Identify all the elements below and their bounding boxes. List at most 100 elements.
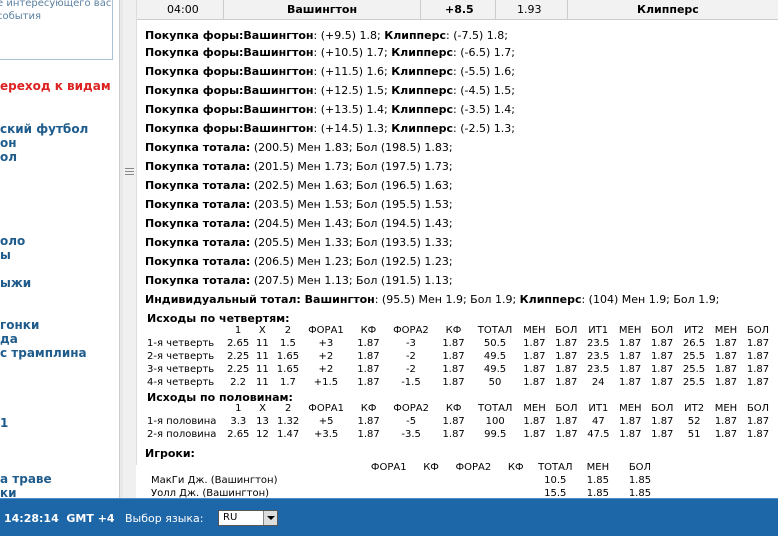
odds-cell[interactable]: -2 bbox=[387, 350, 436, 363]
bet-line[interactable]: Индивидуальный тотал: Вашингтон: (95.5) … bbox=[145, 293, 719, 306]
odds-cell[interactable]: 1.87 bbox=[519, 428, 551, 441]
odds-cell[interactable]: 1.65 bbox=[274, 350, 301, 363]
odds-cell[interactable]: 25.5 bbox=[678, 363, 710, 376]
odds-cell[interactable]: 10.5 bbox=[534, 474, 577, 487]
odds-cell[interactable]: 1.87 bbox=[519, 415, 551, 428]
odds-cell[interactable]: 25.5 bbox=[678, 350, 710, 363]
odds-cell[interactable]: 1.87 bbox=[710, 337, 742, 350]
odds-cell[interactable]: 1.87 bbox=[710, 376, 742, 389]
odds-cell[interactable]: 1.87 bbox=[435, 350, 471, 363]
scrollbar-grip-icon[interactable] bbox=[125, 168, 134, 176]
odds-cell[interactable]: -1.5 bbox=[387, 376, 436, 389]
odds-cell[interactable]: 1.85 bbox=[619, 474, 661, 487]
odds-cell[interactable]: 1.85 bbox=[577, 487, 619, 498]
odds-cell[interactable]: 1.87 bbox=[350, 363, 386, 376]
odds-cell[interactable]: 1.87 bbox=[646, 337, 678, 350]
odds-cell[interactable]: 50 bbox=[472, 376, 519, 389]
odds-cell[interactable]: 47.5 bbox=[582, 428, 614, 441]
odds-cell[interactable]: 1.87 bbox=[435, 415, 471, 428]
odds-cell[interactable]: 1.87 bbox=[646, 428, 678, 441]
odds-cell[interactable]: 1.87 bbox=[614, 337, 646, 350]
sidebar-link-sport[interactable]: он bbox=[0, 136, 17, 150]
odds-cell[interactable]: 51 bbox=[678, 428, 710, 441]
odds-cell[interactable]: 13 bbox=[251, 415, 275, 428]
bet-line[interactable]: Покупка тотала: (207.5) Мен 1.13; Бол (1… bbox=[145, 274, 453, 287]
odds-cell[interactable]: 1.87 bbox=[518, 350, 550, 363]
bet-line[interactable]: Покупка тотала: (204.5) Мен 1.43; Бол (1… bbox=[145, 217, 453, 230]
odds-cell[interactable]: 26.5 bbox=[678, 337, 710, 350]
odds-cell[interactable]: 1.87 bbox=[350, 350, 386, 363]
odds-cell[interactable]: 1.87 bbox=[435, 337, 471, 350]
sidebar-link-sport[interactable]: 1 bbox=[0, 416, 8, 430]
odds-cell[interactable]: 1.87 bbox=[550, 350, 582, 363]
sidebar-link-sport[interactable]: а траве bbox=[0, 472, 52, 486]
odds-cell[interactable]: 11 bbox=[250, 363, 274, 376]
odds-cell[interactable]: 1.87 bbox=[614, 428, 646, 441]
odds-cell[interactable]: 1.87 bbox=[710, 363, 742, 376]
sidebar-link-goto-sports[interactable]: ереход к видам bbox=[0, 79, 111, 93]
odds-cell[interactable]: 11 bbox=[250, 337, 274, 350]
odds-cell[interactable]: 1.87 bbox=[614, 363, 646, 376]
odds-cell[interactable]: 1.87 bbox=[742, 428, 774, 441]
odds-cell[interactable]: 1.87 bbox=[614, 415, 646, 428]
odds-cell[interactable]: 1.87 bbox=[614, 376, 646, 389]
sidebar-link-sport[interactable]: оло bbox=[0, 234, 25, 248]
odds-cell[interactable]: 2.65 bbox=[226, 428, 251, 441]
odds-cell[interactable]: 99.5 bbox=[472, 428, 519, 441]
odds-cell[interactable]: 1.87 bbox=[350, 376, 386, 389]
bet-line[interactable]: Покупка форы:Вашингтон: (+9.5) 1.8; Клип… bbox=[145, 29, 508, 42]
odds-cell[interactable]: 1.87 bbox=[550, 363, 582, 376]
odds-cell[interactable]: 2.25 bbox=[226, 350, 251, 363]
odds-cell[interactable]: 1.87 bbox=[742, 350, 774, 363]
odds-cell[interactable]: 47 bbox=[582, 415, 614, 428]
odds-cell[interactable]: 23.5 bbox=[582, 363, 614, 376]
odds-cell[interactable]: 1.87 bbox=[518, 376, 550, 389]
odds-cell[interactable]: 1.87 bbox=[710, 428, 742, 441]
odds-cell[interactable]: 1.87 bbox=[435, 376, 471, 389]
odds-cell[interactable]: 49.5 bbox=[472, 363, 519, 376]
event-search-box[interactable]: е интересующего вас события bbox=[0, 0, 113, 60]
odds-cell[interactable]: -5 bbox=[387, 415, 436, 428]
odds-cell[interactable]: 1.87 bbox=[518, 337, 550, 350]
sidebar-link-sport[interactable]: ыжи bbox=[0, 276, 31, 290]
odds-cell[interactable]: +3 bbox=[302, 337, 351, 350]
chevron-down-icon[interactable] bbox=[263, 511, 277, 525]
odds-cell[interactable]: 1.87 bbox=[550, 376, 582, 389]
bet-line[interactable]: Покупка форы:Вашингтон: (+13.5) 1.4; Кли… bbox=[145, 103, 515, 116]
odds-cell[interactable]: 1.87 bbox=[646, 415, 678, 428]
odds-cell[interactable]: 2.25 bbox=[226, 363, 251, 376]
bet-line[interactable]: Покупка тотала: (206.5) Мен 1.23; Бол (1… bbox=[145, 255, 453, 268]
odds-cell[interactable]: 49.5 bbox=[472, 350, 519, 363]
bet-line[interactable]: Покупка тотала: (201.5) Мен 1.73; Бол (1… bbox=[145, 160, 453, 173]
odds-cell[interactable]: 1.87 bbox=[350, 337, 386, 350]
odds-cell[interactable]: +1.5 bbox=[302, 376, 351, 389]
odds-cell[interactable]: 1.47 bbox=[274, 428, 301, 441]
language-select[interactable]: RU bbox=[218, 510, 278, 526]
sidebar-link-sport[interactable]: ский футбол bbox=[0, 122, 88, 136]
odds-cell[interactable]: 1.85 bbox=[577, 474, 619, 487]
odds-cell[interactable]: 1.87 bbox=[742, 376, 774, 389]
odds-cell[interactable]: 1.87 bbox=[550, 337, 582, 350]
vertical-scrollbar[interactable] bbox=[123, 0, 137, 465]
odds-cell[interactable]: 3.3 bbox=[226, 415, 251, 428]
odds-cell[interactable]: 1.87 bbox=[350, 428, 386, 441]
sidebar-link-sport[interactable]: ы bbox=[0, 248, 11, 262]
odds-cell[interactable]: 1.87 bbox=[742, 363, 774, 376]
odds-cell[interactable]: 1.87 bbox=[710, 415, 742, 428]
bet-line[interactable]: Покупка тотала: (202.5) Мен 1.63; Бол (1… bbox=[145, 179, 453, 192]
odds-cell[interactable]: 24 bbox=[582, 376, 614, 389]
odds-cell[interactable]: 23.5 bbox=[582, 337, 614, 350]
odds-cell[interactable]: 12 bbox=[251, 428, 275, 441]
match-row[interactable]: 04:00 Вашингтон +8.5 1.93 Клипперс bbox=[137, 0, 778, 20]
odds-cell[interactable]: +2 bbox=[302, 350, 351, 363]
odds-cell[interactable]: 1.7 bbox=[274, 376, 301, 389]
bet-line[interactable]: Покупка тотала: (200.5) Мен 1.83; Бол (1… bbox=[145, 141, 453, 154]
match-odds[interactable]: 1.93 bbox=[517, 3, 542, 16]
odds-cell[interactable]: 15.5 bbox=[534, 487, 577, 498]
bet-line[interactable]: Покупка форы:Вашингтон: (+12.5) 1.5; Кли… bbox=[145, 84, 515, 97]
odds-cell[interactable]: 1.87 bbox=[435, 363, 471, 376]
odds-cell[interactable]: 1.87 bbox=[646, 350, 678, 363]
odds-cell[interactable]: +3.5 bbox=[302, 428, 351, 441]
odds-cell[interactable]: 11 bbox=[250, 376, 274, 389]
bet-line[interactable]: Покупка тотала: (205.5) Мен 1.33; Бол (1… bbox=[145, 236, 453, 249]
